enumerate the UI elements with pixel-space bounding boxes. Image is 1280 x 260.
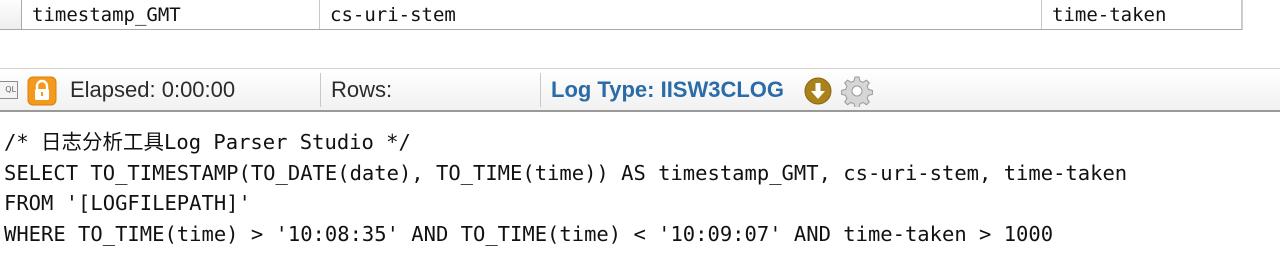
grid-divider <box>1242 0 1243 30</box>
status-bar: QL Elapsed: 0:00:00 Rows: Log Type: IISW… <box>0 68 1280 112</box>
query-where-line: WHERE TO_TIME(time) > '10:08:35' AND TO_… <box>4 222 1054 246</box>
results-grid: timestamp_GMT cs-uri-stem time-taken <box>0 0 1280 68</box>
grid-header: timestamp_GMT cs-uri-stem time-taken <box>0 0 1242 30</box>
lock-icon[interactable] <box>27 76 57 106</box>
query-from-line: FROM '[LOGFILEPATH]' <box>4 191 251 215</box>
gear-icon[interactable] <box>841 75 873 107</box>
elapsed-time: Elapsed: 0:00:00 <box>70 77 236 102</box>
column-header-cs-uri-stem[interactable]: cs-uri-stem <box>320 0 1042 29</box>
status-separator <box>320 73 321 107</box>
query-editor[interactable]: /* 日志分析工具Log Parser Studio */ SELECT TO_… <box>0 112 1280 260</box>
download-icon[interactable] <box>804 77 832 105</box>
query-select-line: SELECT TO_TIMESTAMP(TO_DATE(date), TO_TI… <box>4 161 1128 185</box>
sql-icon[interactable]: QL <box>0 81 18 99</box>
rows-count: Rows: <box>331 77 393 102</box>
column-header-time-taken[interactable]: time-taken <box>1042 0 1242 29</box>
query-comment-line: /* 日志分析工具Log Parser Studio */ <box>4 130 411 154</box>
column-header-timestamp-gmt[interactable]: timestamp_GMT <box>22 0 320 29</box>
row-selector-header[interactable] <box>0 0 22 29</box>
log-type-label[interactable]: Log Type: IISW3CLOG <box>551 69 784 111</box>
status-separator <box>540 73 541 107</box>
